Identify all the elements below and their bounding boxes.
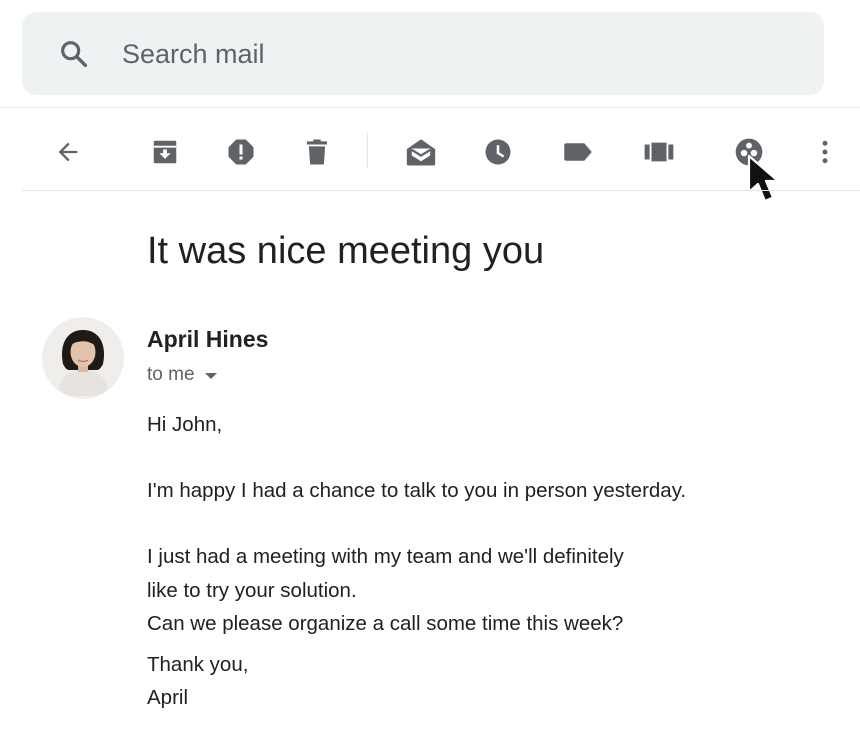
toolbar-separator	[367, 133, 368, 169]
mouse-cursor-icon	[747, 154, 780, 203]
search-input[interactable]	[120, 32, 784, 76]
delete-button[interactable]	[297, 132, 337, 172]
email-body-line: I just had a meeting with my team and we…	[147, 545, 624, 568]
recipients-dropdown[interactable]: to me	[147, 364, 217, 386]
label-icon	[564, 143, 592, 161]
move-to-icon	[644, 142, 674, 162]
email-closing: Thank you,	[147, 653, 249, 676]
more-options-button[interactable]	[805, 132, 845, 172]
archive-icon	[153, 140, 177, 164]
arrow-left-icon	[58, 142, 78, 162]
search-icon[interactable]	[58, 38, 90, 70]
email-body-line: Can we please organize a call some time …	[147, 612, 624, 635]
email-subject: It was nice meeting you	[147, 230, 545, 272]
email-signature: April	[147, 686, 189, 709]
sender-avatar[interactable]	[43, 318, 123, 398]
avatar-photo	[43, 318, 123, 398]
sender-name: April Hines	[147, 326, 269, 352]
mark-unread-button[interactable]	[401, 132, 441, 172]
email-body-line: like to try your solution.	[147, 579, 357, 602]
archive-button[interactable]	[145, 132, 185, 172]
snooze-button[interactable]	[478, 132, 518, 172]
more-vert-icon	[822, 140, 828, 164]
label-button[interactable]	[558, 132, 598, 172]
report-spam-button[interactable]	[221, 132, 261, 172]
header-divider	[0, 107, 860, 108]
clock-icon	[485, 139, 511, 165]
email-greeting: Hi John,	[147, 413, 223, 436]
mark-unread-icon	[406, 139, 436, 166]
search-bar[interactable]	[22, 12, 824, 95]
back-button[interactable]	[48, 132, 88, 172]
report-spam-icon	[228, 139, 254, 165]
trash-icon	[307, 139, 327, 165]
toolbar-divider	[22, 190, 860, 191]
email-body-line: I'm happy I had a chance to talk to you …	[147, 479, 687, 502]
recipients-label: to me	[147, 364, 195, 385]
caret-down-icon	[204, 373, 217, 379]
move-to-button[interactable]	[639, 132, 679, 172]
